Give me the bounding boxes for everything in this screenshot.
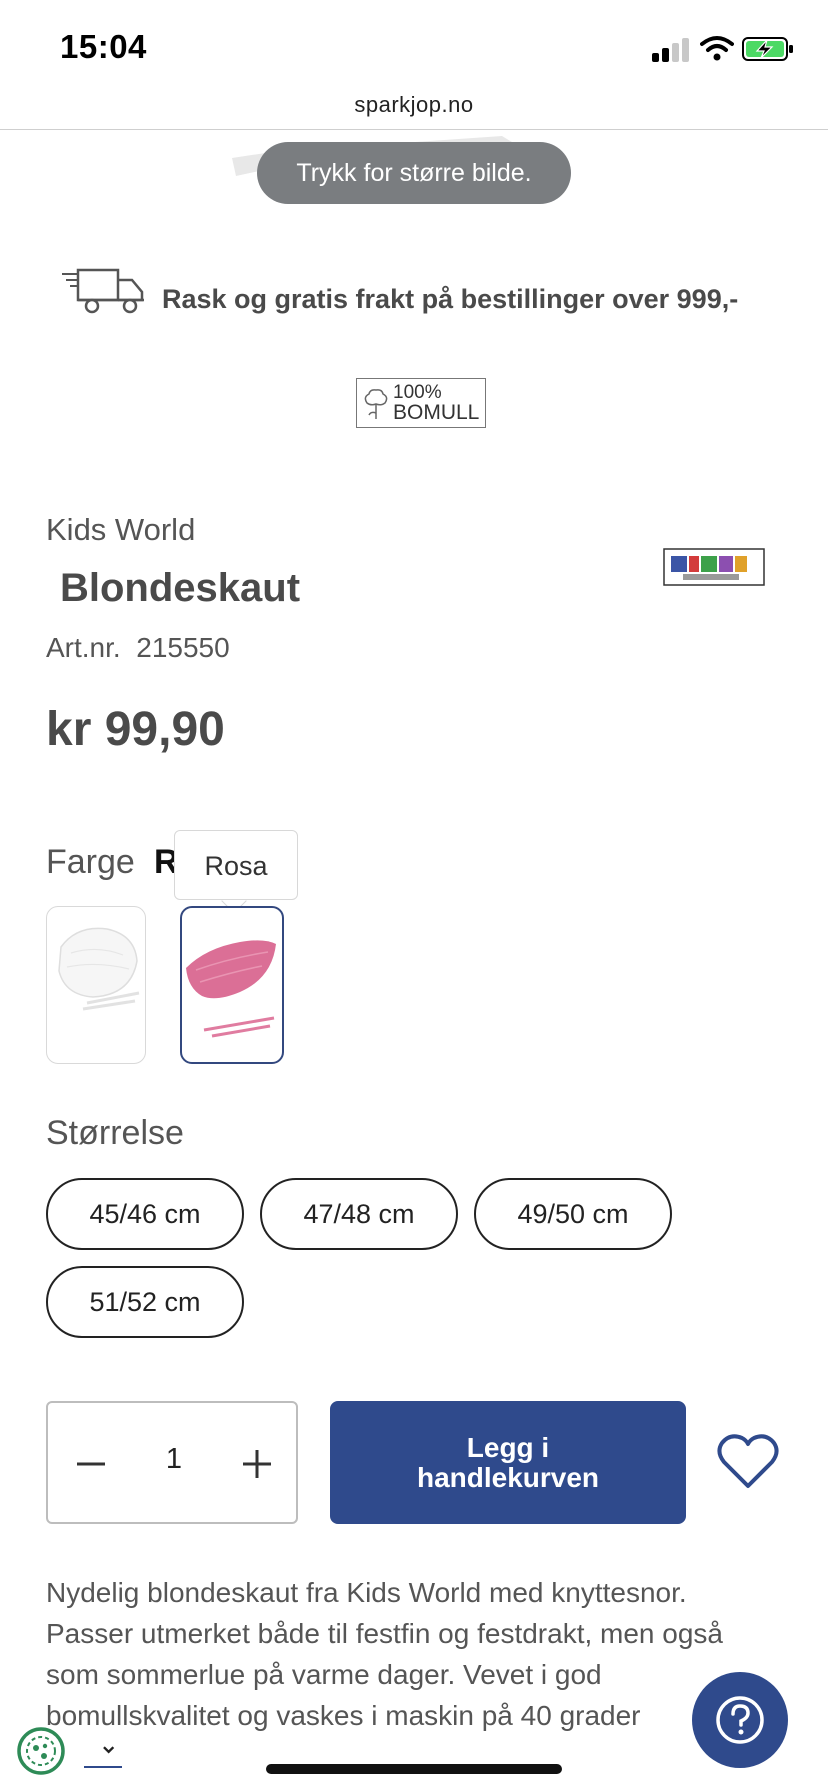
product-price: kr 99,90: [46, 703, 225, 756]
home-indicator: [266, 1764, 562, 1774]
description-line: Nydelig blondeskaut fra Kids World med k…: [46, 1577, 687, 1608]
size-option-51-52[interactable]: 51/52 cm: [46, 1266, 244, 1338]
color-swatch-white[interactable]: [46, 906, 146, 1064]
size-label: Størrelse: [46, 1114, 184, 1152]
product-description: Nydelig blondeskaut fra Kids World med k…: [46, 1572, 786, 1736]
article-number-value: 215550: [136, 632, 230, 663]
white-scarf-image: [58, 927, 140, 1011]
product-page: 15:04 sparkjop.no Trykk for større bilde…: [0, 0, 828, 1792]
help-button[interactable]: [692, 1672, 788, 1768]
plus-icon[interactable]: [232, 1439, 282, 1489]
badge-line-2: BOMULL: [393, 401, 480, 424]
shipping-banner-text: Rask og gratis frakt på bestillinger ove…: [162, 284, 739, 314]
toast-message: Trykk for større bilde.: [257, 142, 571, 204]
size-option-49-50[interactable]: 49/50 cm: [474, 1178, 672, 1250]
cookie-icon[interactable]: [14, 1724, 68, 1778]
add-to-cart-label-2: handlekurven: [416, 1461, 600, 1493]
cotton-icon: [364, 389, 388, 419]
url-divider: [0, 129, 828, 130]
truck-icon: [62, 268, 144, 314]
battery-icon: [742, 37, 793, 61]
description-line: Passer utmerket både til festfin og fest…: [46, 1618, 724, 1649]
add-to-cart-label-1: Legg i: [466, 1432, 550, 1464]
status-bar: 15:04: [0, 0, 828, 92]
heart-icon[interactable]: [716, 1432, 780, 1492]
article-number: Art.nr. 215550: [46, 632, 230, 664]
url-bar[interactable]: sparkjop.no: [0, 92, 828, 130]
article-number-label: Art.nr.: [46, 632, 121, 663]
color-tooltip: Rosa: [174, 830, 298, 900]
status-time: 15:04: [60, 28, 147, 65]
add-to-cart-button[interactable]: Legg i handlekurven: [330, 1401, 686, 1524]
size-option-45-46[interactable]: 45/46 cm: [46, 1178, 244, 1250]
pink-scarf-image: [186, 940, 276, 1038]
description-line: bomullskvalitet og vaskes i maskin på 40…: [46, 1700, 641, 1731]
size-option-47-48[interactable]: 47/48 cm: [260, 1178, 458, 1250]
quantity-value[interactable]: 1: [144, 1443, 204, 1476]
signal-icon: [652, 36, 692, 62]
brand-name[interactable]: Kids World: [46, 512, 195, 548]
cotton-badge: 100% BOMULL: [356, 378, 486, 428]
color-label: Farge: [46, 843, 135, 881]
brand-logo[interactable]: [663, 548, 765, 586]
minus-icon[interactable]: [66, 1439, 116, 1489]
wifi-icon: [700, 36, 734, 61]
color-swatch-pink[interactable]: [180, 906, 284, 1064]
description-line: som sommerlue på varme dager. Vevet i go…: [46, 1659, 602, 1690]
product-title: Blondeskaut: [60, 566, 301, 610]
chevron-down-icon[interactable]: [84, 1734, 122, 1768]
quantity-stepper: 1: [46, 1401, 298, 1524]
question-icon: [716, 1696, 764, 1744]
